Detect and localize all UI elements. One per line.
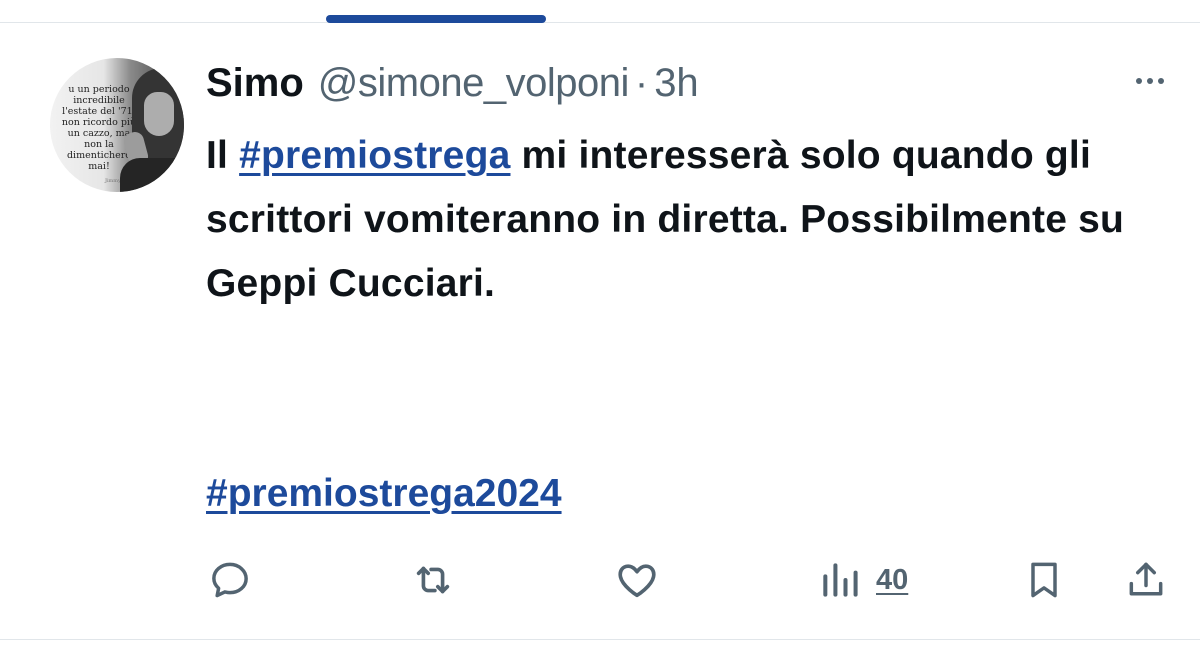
hashtag-line: #premiostrega2024 — [206, 462, 562, 526]
tweet-text: Il #premiostrega mi interesserà solo qua… — [206, 124, 1166, 316]
share-icon — [1129, 562, 1163, 596]
analytics-icon — [823, 563, 858, 597]
bottom-divider — [0, 639, 1200, 640]
reply-icon — [212, 562, 248, 598]
views-button[interactable]: 40 — [818, 556, 908, 604]
separator-dot: · — [634, 60, 649, 105]
bookmark-icon — [1031, 562, 1057, 598]
reply-button[interactable] — [208, 556, 252, 604]
retweet-icon — [416, 566, 450, 594]
views-count: 40 — [876, 563, 909, 596]
like-button[interactable] — [614, 556, 660, 604]
top-divider — [0, 22, 1200, 23]
author-handle[interactable]: @simone_volponi — [318, 61, 630, 106]
heart-icon — [618, 564, 656, 598]
author-display-name[interactable]: Simo — [206, 61, 304, 106]
tweet-text-prefix: Il — [206, 134, 240, 177]
bookmark-button[interactable] — [1022, 556, 1066, 604]
more-options-button[interactable] — [1126, 66, 1174, 96]
tweet-timestamp[interactable]: 3h — [654, 61, 699, 106]
avatar[interactable]: u un periodo incredibile l'estate del '7… — [50, 58, 184, 192]
more-icon — [1136, 78, 1142, 84]
tweet-actions: 40 — [206, 556, 1176, 604]
tweet-header: Simo @simone_volponi · 3h — [206, 58, 699, 108]
retweet-button[interactable] — [410, 556, 456, 604]
hashtag-premiostrega[interactable]: #premiostrega — [239, 134, 510, 177]
share-button[interactable] — [1124, 556, 1168, 604]
active-tab-indicator — [326, 15, 546, 23]
hashtag-premiostrega2024[interactable]: #premiostrega2024 — [206, 472, 562, 515]
